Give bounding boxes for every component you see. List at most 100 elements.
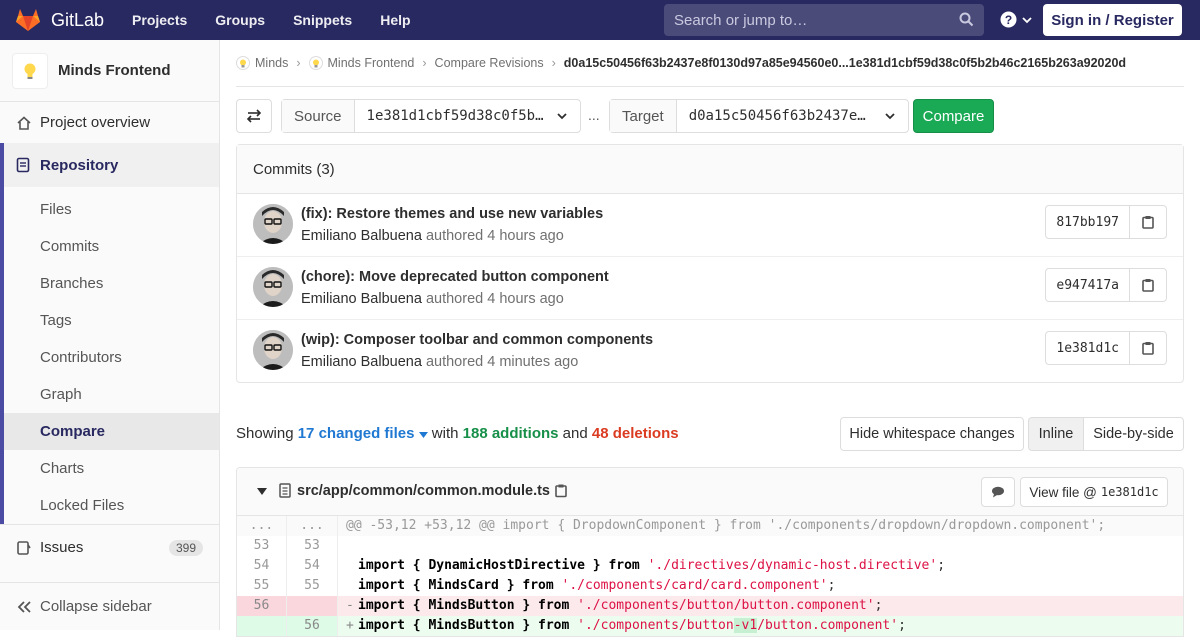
sidebar-item-tags[interactable]: Tags xyxy=(4,302,219,339)
range-dots: ... xyxy=(588,107,600,123)
sidebar-item-label: Repository xyxy=(40,156,119,174)
help-dropdown[interactable]: ? xyxy=(1000,11,1033,28)
caret-down-icon[interactable] xyxy=(257,488,267,495)
target-ref-dropdown[interactable]: Target d0a15c50456f63b2437e… xyxy=(609,99,909,133)
diff-file: src/app/common/common.module.ts View fil… xyxy=(236,467,1184,637)
chevron-down-icon xyxy=(557,113,567,120)
view-file-sha: 1e381d1c xyxy=(1100,485,1159,499)
line-number-new[interactable]: 53 xyxy=(287,536,338,556)
line-number-old: ... xyxy=(237,516,287,536)
line-code: - import { MindsButton } from './componen… xyxy=(346,598,883,613)
target-value: d0a15c50456f63b2437e… xyxy=(688,108,866,124)
diff-file-header: src/app/common/common.module.ts View fil… xyxy=(237,468,1183,516)
copy-sha-button[interactable] xyxy=(1130,269,1166,301)
compare-button[interactable]: Compare xyxy=(913,99,994,133)
code-keyword: from xyxy=(538,598,570,613)
commit-author[interactable]: Emiliano Balbuena xyxy=(301,291,422,307)
commit-title[interactable]: (fix): Restore themes and use new variab… xyxy=(301,206,603,222)
code-token: import { MindsButton } xyxy=(358,598,539,613)
inline-view-button[interactable]: Inline xyxy=(1028,417,1084,451)
sidebar-item-files[interactable]: Files xyxy=(4,191,219,228)
code-keyword: from xyxy=(522,578,554,593)
clipboard-icon[interactable] xyxy=(555,483,567,498)
sidebar-item-contributors[interactable]: Contributors xyxy=(4,339,219,376)
issues-icon xyxy=(16,540,32,556)
sidebar-item-graph[interactable]: Graph xyxy=(4,376,219,413)
line-number-old[interactable]: 56 xyxy=(237,596,287,616)
search-input[interactable]: Search or jump to… xyxy=(664,4,984,36)
avatar[interactable] xyxy=(253,267,293,307)
sidebar-item-issues[interactable]: Issues 399 xyxy=(0,524,219,570)
line-code: + import { MindsButton } from './componen… xyxy=(346,618,906,633)
breadcrumb-item-minds[interactable]: Minds xyxy=(236,56,288,70)
changed-files-dropdown[interactable]: 17 changed files xyxy=(298,425,428,442)
nav-projects[interactable]: Projects xyxy=(132,12,187,28)
collapse-sidebar-button[interactable]: Collapse sidebar xyxy=(0,582,219,630)
brand-name: GitLab xyxy=(51,9,105,30)
source-ref-dropdown[interactable]: Source 1e381d1cbf59d38c0f5b… xyxy=(281,99,581,133)
line-number-new[interactable]: 55 xyxy=(287,576,338,596)
breadcrumb-item-project[interactable]: Minds Frontend xyxy=(308,56,414,70)
line-number-new[interactable]: 56 xyxy=(287,616,338,636)
comment-icon xyxy=(992,486,1004,498)
sidebar-item-commits[interactable]: Commits xyxy=(4,228,219,265)
sidebar-project[interactable]: Minds Frontend xyxy=(0,40,219,102)
svg-text:?: ? xyxy=(1005,13,1012,27)
copy-sha-button[interactable] xyxy=(1130,206,1166,238)
issues-count-badge: 399 xyxy=(168,539,203,556)
sidebar-item-compare[interactable]: Compare xyxy=(4,413,219,450)
file-path[interactable]: src/app/common/common.module.ts xyxy=(297,483,550,499)
nav-help[interactable]: Help xyxy=(380,12,410,28)
lightbulb-icon xyxy=(236,56,250,70)
nav-snippets[interactable]: Snippets xyxy=(293,12,352,28)
source-value: 1e381d1cbf59d38c0f5b… xyxy=(366,108,544,124)
commit-title[interactable]: (wip): Composer toolbar and common compo… xyxy=(301,332,653,348)
commit-sha-group: 817bb197 xyxy=(1045,205,1167,239)
sidebar-item-repository[interactable]: Repository xyxy=(4,143,219,187)
code-token: import { MindsCard } xyxy=(358,578,523,593)
clipboard-icon xyxy=(1142,216,1154,229)
commit-sha-group: e947417a xyxy=(1045,268,1167,302)
commit-sha[interactable]: 1e381d1c xyxy=(1046,332,1130,364)
code-token: ; xyxy=(937,558,946,573)
commit-author[interactable]: Emiliano Balbuena xyxy=(301,354,422,370)
breadcrumb-separator-icon: › xyxy=(296,56,301,70)
line-number-new[interactable]: 54 xyxy=(287,556,338,576)
commit-meta: Emiliano Balbuena authored 4 hours ago xyxy=(301,291,564,307)
signin-button[interactable]: Sign in / Register xyxy=(1043,4,1182,36)
line-number-old[interactable]: 53 xyxy=(237,536,287,556)
commit-author[interactable]: Emiliano Balbuena xyxy=(301,228,422,244)
gitlab-brand[interactable]: GitLab xyxy=(15,8,104,32)
commit-title[interactable]: (chore): Move deprecated button componen… xyxy=(301,269,609,285)
commit-sha[interactable]: e947417a xyxy=(1046,269,1130,301)
compare-controls: Source 1e381d1cbf59d38c0f5b… ... Target … xyxy=(236,99,1184,133)
line-number-old[interactable]: 54 xyxy=(237,556,287,576)
avatar[interactable] xyxy=(253,204,293,244)
hide-whitespace-button[interactable]: Hide whitespace changes xyxy=(840,417,1024,451)
diff-line: 54 54 import { DynamicHostDirective } fro… xyxy=(237,556,1183,576)
line-number-old[interactable] xyxy=(237,616,287,636)
gitlab-logo-icon xyxy=(16,9,40,31)
sidebar-item-overview[interactable]: Project overview xyxy=(0,102,219,143)
commit-meta: Emiliano Balbuena authored 4 minutes ago xyxy=(301,354,578,370)
commit-sha[interactable]: 817bb197 xyxy=(1046,206,1130,238)
side-by-side-button[interactable]: Side-by-side xyxy=(1083,417,1184,451)
sidebar-item-locked-files[interactable]: Locked Files xyxy=(4,487,219,524)
view-file-label: View file @ xyxy=(1029,484,1097,500)
line-number-old[interactable]: 55 xyxy=(237,576,287,596)
breadcrumb-current[interactable]: d0a15c50456f63b2437e8f0130d97a85e94560e0… xyxy=(564,56,1126,70)
nav-groups[interactable]: Groups xyxy=(215,12,265,28)
toggle-comments-button[interactable] xyxy=(981,477,1015,507)
line-number-new[interactable] xyxy=(287,596,338,616)
chevron-down-icon xyxy=(1022,16,1032,23)
code-keyword: from xyxy=(608,558,640,573)
sidebar-item-branches[interactable]: Branches xyxy=(4,265,219,302)
view-file-button[interactable]: View file @ 1e381d1c xyxy=(1020,477,1168,507)
diff-line-removed: 56 - import { MindsButton } from './compon… xyxy=(237,596,1183,616)
sidebar-item-charts[interactable]: Charts xyxy=(4,450,219,487)
copy-sha-button[interactable] xyxy=(1130,332,1166,364)
avatar[interactable] xyxy=(253,330,293,370)
breadcrumb-item-compare[interactable]: Compare Revisions xyxy=(435,56,544,70)
swap-revisions-button[interactable] xyxy=(236,99,272,133)
